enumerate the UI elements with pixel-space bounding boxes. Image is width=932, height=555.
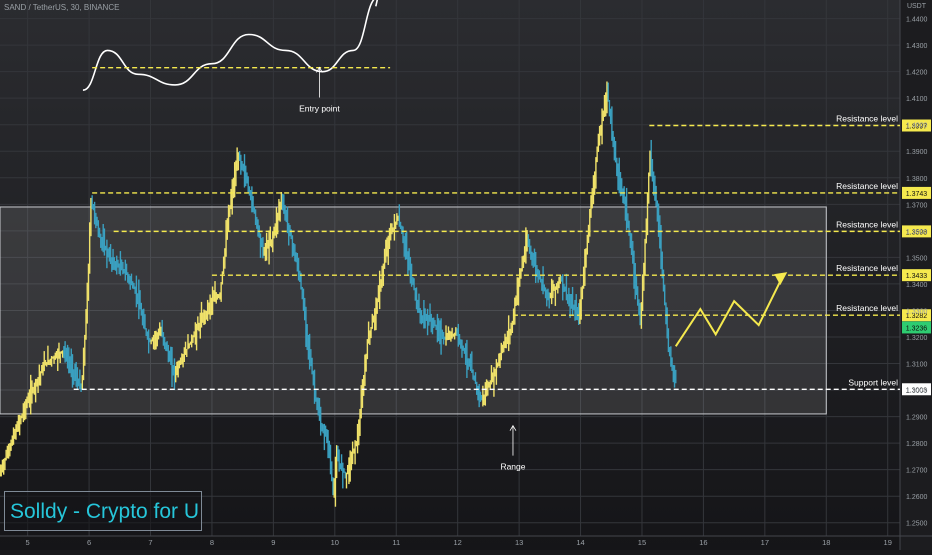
y-tick-label-16: 1.2800 xyxy=(906,441,928,448)
x-tick-label-11: 16 xyxy=(699,538,707,547)
x-tick-label-7: 12 xyxy=(454,538,462,547)
annotation-0: Entry point xyxy=(299,103,340,113)
x-tick-label-4: 9 xyxy=(271,538,275,547)
x-tick-label-9: 14 xyxy=(576,538,584,547)
current-price-text: 1.3236 xyxy=(906,325,928,332)
y-tick-label-17: 1.2700 xyxy=(906,468,928,475)
x-tick-label-6: 11 xyxy=(392,538,400,547)
x-tick-label-1: 6 xyxy=(87,538,91,547)
range-box xyxy=(0,206,827,415)
x-tick-label-5: 10 xyxy=(331,538,339,547)
annotation-1: Range xyxy=(500,462,525,472)
level-badge-text-1: 1.3743 xyxy=(906,191,928,198)
y-tick-label-10: 1.3400 xyxy=(906,282,928,289)
y-tick-label-14: 1.3000 xyxy=(906,388,928,395)
y-tick-label-8: 1.3600 xyxy=(906,229,928,236)
level-label-3: Resistance level xyxy=(836,263,898,273)
x-tick-label-8: 13 xyxy=(515,538,523,547)
level-label-5: Support level xyxy=(848,377,898,387)
level-label-0: Resistance level xyxy=(836,114,898,124)
chart: Resistance level 1.3997 Resistance level 1.… xyxy=(0,0,932,550)
price-unit: USDT xyxy=(906,3,926,10)
x-tick-label-14: 19 xyxy=(884,538,892,547)
level-label-4: Resistance level xyxy=(836,303,898,313)
x-tick-label-12: 17 xyxy=(761,538,769,547)
y-tick-label-2: 1.4200 xyxy=(906,70,928,77)
brand-watermark: Solldy - Crypto for U xyxy=(4,491,202,531)
y-tick-label-15: 1.2900 xyxy=(906,415,928,422)
y-tick-label-4: 1.4000 xyxy=(906,123,928,130)
y-tick-label-9: 1.3500 xyxy=(906,255,928,262)
y-tick-label-19: 1.2500 xyxy=(906,521,928,528)
y-tick-label-5: 1.3900 xyxy=(906,149,928,156)
y-tick-label-12: 1.3200 xyxy=(906,335,928,342)
y-tick-label-7: 1.3700 xyxy=(906,202,928,209)
y-tick-label-11: 1.3300 xyxy=(906,308,928,315)
symbol-header: SAND / TetherUS, 30, BINANCE xyxy=(4,3,120,12)
level-label-2: Resistance level xyxy=(836,219,898,229)
y-tick-label-0: 1.4400 xyxy=(906,17,928,24)
level-badge-text-3: 1.3433 xyxy=(906,273,928,280)
x-tick-label-13: 18 xyxy=(822,538,830,547)
x-tick-label-3: 8 xyxy=(210,538,214,547)
y-tick-label-6: 1.3800 xyxy=(906,176,928,183)
x-tick-label-0: 5 xyxy=(26,538,30,547)
y-tick-label-1: 1.4300 xyxy=(906,43,928,50)
x-tick-label-10: 15 xyxy=(638,538,646,547)
chart-svg: Resistance level1.3997Resistance level1.… xyxy=(0,0,932,550)
y-tick-label-3: 1.4100 xyxy=(906,96,928,103)
level-label-1: Resistance level xyxy=(836,181,898,191)
y-tick-label-18: 1.2600 xyxy=(906,494,928,501)
y-tick-label-13: 1.3100 xyxy=(906,362,928,369)
x-tick-label-2: 7 xyxy=(148,538,152,547)
